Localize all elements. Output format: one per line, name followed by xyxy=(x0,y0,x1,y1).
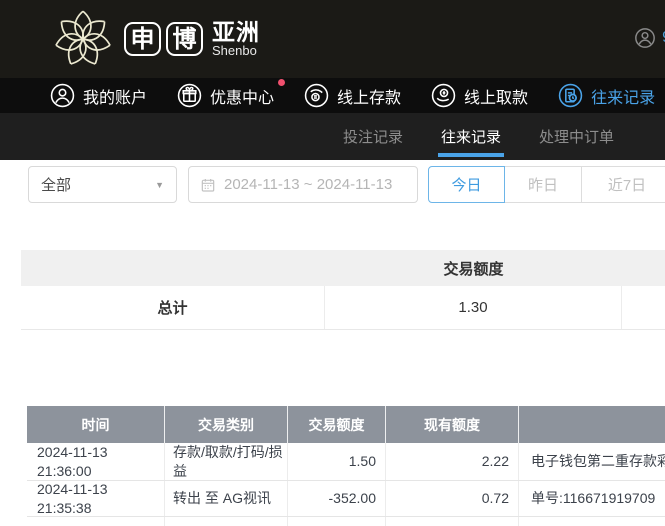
cell-type: 转出 至 AG视讯 xyxy=(165,481,288,516)
logo-char-shen: 申 xyxy=(124,22,161,56)
cell-memo: 单号:116671919709 xyxy=(531,490,656,506)
nav-item-deposit[interactable]: 线上存款 xyxy=(304,83,401,108)
summary-header-empty2 xyxy=(622,250,665,286)
chevron-down-icon: ▼ xyxy=(155,179,164,190)
tab-processing-orders[interactable]: 处理中订单 xyxy=(539,113,614,160)
content-area: 全部 ▼ 2024-11-13 ~ 2024-11-13 今日 昨日 近7日 交… xyxy=(0,160,665,526)
summary-total-label: 总计 xyxy=(21,286,325,329)
col-header-balance: 现有额度 xyxy=(386,406,519,443)
nav-label: 优惠中心 xyxy=(210,89,275,107)
type-select[interactable]: 全部 ▼ xyxy=(28,166,177,203)
cell-memo: 电子钱包第二重存款彩金 xyxy=(531,453,665,469)
cell-time: 2024-11-13 21:36:00 xyxy=(27,443,165,480)
notification-dot xyxy=(278,79,286,86)
date-range-value: 2024-11-13 ~ 2024-11-13 xyxy=(224,176,393,193)
cell-amount: 1.50 xyxy=(288,443,386,480)
summary-table: 交易额度 总计 1.30 xyxy=(21,250,665,330)
summary-header-row: 交易额度 xyxy=(21,250,665,286)
col-header-amount: 交易额度 xyxy=(288,406,386,443)
quick-date-buttons: 今日 昨日 近7日 xyxy=(428,166,665,203)
gift-icon xyxy=(177,83,202,108)
user-account-area[interactable]: 9 xyxy=(634,27,665,49)
summary-header-amount: 交易额度 xyxy=(443,260,504,278)
user-icon xyxy=(50,83,75,108)
table-row: 2024-11-13 21:35:38 转出 至 AG视讯 -352.00 0.… xyxy=(27,481,665,517)
tab-label: 往来记录 xyxy=(440,129,501,146)
filter-row: 全部 ▼ 2024-11-13 ~ 2024-11-13 今日 昨日 近7日 xyxy=(0,166,665,203)
main-nav: 我的账户 优惠中心 线上存款 线上取款 往来记录 xyxy=(0,78,665,113)
deposit-icon xyxy=(304,83,329,108)
type-select-value: 全部 xyxy=(41,177,72,194)
tab-label: 投注记录 xyxy=(342,129,403,146)
nav-label: 线上存款 xyxy=(337,89,402,107)
record-tab-bar: 投注记录 往来记录 处理中订单 xyxy=(0,113,665,160)
page: 申 博 亚洲 Shenbo 9 我的账户 xyxy=(0,0,665,526)
table-row: 2024-11-13 21:36:00 存款/取款/打码/损益 1.50 2.2… xyxy=(27,443,665,481)
brand-region: 亚洲 xyxy=(212,19,260,45)
nav-item-records[interactable]: 往来记录 xyxy=(558,83,655,108)
nav-item-my-account[interactable]: 我的账户 xyxy=(50,83,147,108)
avatar-icon xyxy=(635,28,655,48)
records-icon xyxy=(558,83,583,108)
col-header-memo xyxy=(519,406,665,443)
logo-char-bo: 博 xyxy=(166,22,203,56)
nav-item-promotions[interactable]: 优惠中心 xyxy=(177,79,286,108)
withdraw-icon xyxy=(431,83,456,108)
cell-balance: 0.72 xyxy=(386,481,519,516)
col-header-type: 交易类别 xyxy=(165,406,288,443)
summary-header-empty xyxy=(21,250,325,286)
brand-logo: 申 博 亚洲 Shenbo xyxy=(50,0,260,78)
tab-transaction-records[interactable]: 往来记录 xyxy=(437,113,505,160)
nav-label: 往来记录 xyxy=(591,89,656,107)
summary-total-value: 1.30 xyxy=(325,286,622,329)
table-header-row: 时间 交易类别 交易额度 现有额度 xyxy=(27,406,665,443)
brand-subtitle: Shenbo xyxy=(212,43,257,58)
tab-label: 处理中订单 xyxy=(538,129,614,146)
yesterday-button[interactable]: 昨日 xyxy=(504,166,582,203)
nav-label: 线上取款 xyxy=(464,89,529,107)
last7days-button[interactable]: 近7日 xyxy=(581,166,665,203)
top-header: 申 博 亚洲 Shenbo 9 xyxy=(0,0,665,78)
cell-time: 2024-11-13 21:35:38 xyxy=(27,481,165,516)
cell-balance: 2.22 xyxy=(386,443,519,480)
nav-item-withdraw[interactable]: 线上取款 xyxy=(431,83,528,108)
nav-label: 我的账户 xyxy=(83,89,148,107)
cell-type: 存款/取款/打码/损益 xyxy=(165,443,288,480)
table-row-clipped xyxy=(27,517,665,526)
cell-amount: -352.00 xyxy=(288,481,386,516)
today-button[interactable]: 今日 xyxy=(428,166,505,203)
flower-logo-icon xyxy=(55,10,111,65)
summary-total-empty xyxy=(622,286,665,329)
summary-total-row: 总计 1.30 xyxy=(21,286,665,330)
brand-text: 亚洲 Shenbo xyxy=(212,20,260,58)
date-range-input[interactable]: 2024-11-13 ~ 2024-11-13 xyxy=(188,166,418,203)
col-header-time: 时间 xyxy=(27,406,165,443)
calendar-icon xyxy=(201,178,215,192)
tab-betting-records[interactable]: 投注记录 xyxy=(343,113,403,160)
transactions-table: 时间 交易类别 交易额度 现有额度 2024-11-13 21:36:00 存款… xyxy=(27,406,665,526)
